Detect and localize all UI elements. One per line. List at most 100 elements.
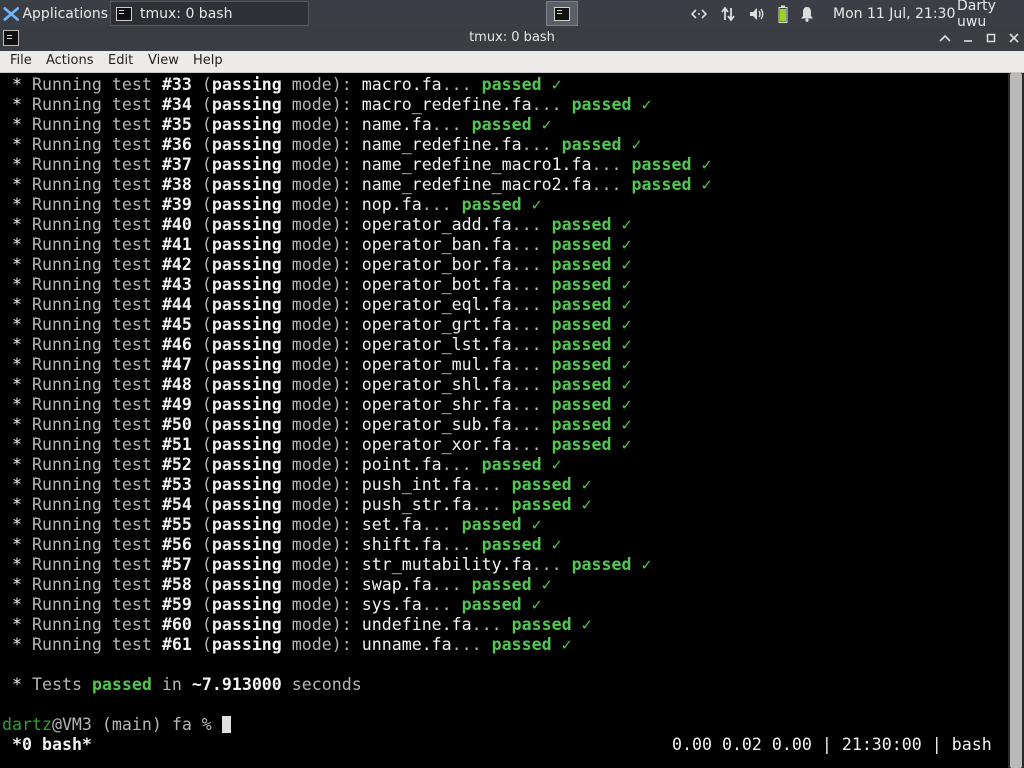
test-mode: passing xyxy=(211,315,282,334)
test-result-line: * Running test #55 (passing mode): set.f… xyxy=(12,515,542,534)
check-icon: ✓ xyxy=(641,555,652,574)
scrollbar-thumb[interactable] xyxy=(1010,73,1022,768)
test-result-line: * Running test #48 (passing mode): opera… xyxy=(12,375,632,394)
test-number: #43 xyxy=(161,275,192,294)
test-mode: passing xyxy=(211,175,282,194)
test-mode-suffix: mode): xyxy=(291,95,352,114)
test-status: passed xyxy=(491,635,552,654)
test-mode-suffix: mode): xyxy=(291,435,352,454)
applications-menu[interactable]: Applications xyxy=(0,0,108,27)
test-file: operator_bot.fa xyxy=(361,275,512,294)
test-prefix: Running test xyxy=(31,495,152,514)
test-prefix: Running test xyxy=(31,555,152,574)
menu-file[interactable]: File xyxy=(10,53,32,68)
summary-time: ~7.913000 xyxy=(191,675,282,694)
test-status: passed xyxy=(511,495,572,514)
test-mode-suffix: mode): xyxy=(291,395,352,414)
test-prefix: Running test xyxy=(31,415,152,434)
test-prefix: Running test xyxy=(31,615,152,634)
menu-view[interactable]: View xyxy=(148,53,179,68)
test-result-line: * Running test #39 (passing mode): nop.f… xyxy=(12,195,542,214)
terminal-scrollbar[interactable] xyxy=(1008,73,1024,768)
menu-help[interactable]: Help xyxy=(193,53,223,68)
test-mode-suffix: mode): xyxy=(291,315,352,334)
test-status: passed xyxy=(471,575,532,594)
test-mode: passing xyxy=(211,395,282,414)
test-mode-suffix: mode): xyxy=(291,215,352,234)
shade-button[interactable] xyxy=(937,30,953,46)
clock[interactable]: Mon 11 Jul, 21:30 xyxy=(833,0,955,27)
test-mode: passing xyxy=(211,155,282,174)
test-mode-suffix: mode): xyxy=(291,615,352,634)
check-icon: ✓ xyxy=(621,435,632,454)
test-result-line: * Running test #36 (passing mode): name_… xyxy=(12,135,642,154)
test-file: operator_shl.fa xyxy=(361,375,512,394)
shell-prompt[interactable]: dartz@VM3 (main) fa % xyxy=(2,715,231,735)
taskbar-item-tmux[interactable]: tmux: 0 bash xyxy=(110,1,309,26)
test-result-line: * Running test #45 (passing mode): opera… xyxy=(12,315,632,334)
close-button[interactable] xyxy=(1006,30,1022,46)
test-file: point.fa xyxy=(361,455,442,474)
terminal-icon xyxy=(116,6,132,21)
workspace-button[interactable] xyxy=(546,1,578,26)
maximize-button[interactable] xyxy=(983,30,999,46)
test-number: #41 xyxy=(161,235,192,254)
user-menu[interactable]: Darty uwu xyxy=(957,0,1024,30)
test-result-line: * Running test #40 (passing mode): opera… xyxy=(12,215,632,234)
test-mode-suffix: mode): xyxy=(291,335,352,354)
test-mode-suffix: mode): xyxy=(291,475,352,494)
check-icon: ✓ xyxy=(621,335,632,354)
test-prefix: Running test xyxy=(31,195,152,214)
battery-icon[interactable] xyxy=(778,5,788,23)
close-icon xyxy=(1009,33,1019,43)
check-icon: ✓ xyxy=(541,575,552,594)
test-prefix: Running test xyxy=(31,535,152,554)
check-icon: ✓ xyxy=(621,275,632,294)
menu-edit[interactable]: Edit xyxy=(108,53,133,68)
test-file: undefine.fa xyxy=(361,615,472,634)
prompt-host: @VM3 (main) fa % xyxy=(51,715,212,734)
menu-actions[interactable]: Actions xyxy=(46,53,94,68)
test-file: operator_grt.fa xyxy=(361,315,512,334)
test-prefix: Running test xyxy=(31,155,152,174)
test-number: #60 xyxy=(161,615,192,634)
test-mode: passing xyxy=(211,615,282,634)
check-icon: ✓ xyxy=(621,215,632,234)
test-mode-suffix: mode): xyxy=(291,495,352,514)
test-mode: passing xyxy=(211,295,282,314)
maximize-icon xyxy=(986,33,996,43)
volume-icon[interactable] xyxy=(748,6,766,22)
notification-bell-icon[interactable] xyxy=(800,6,814,22)
test-prefix: Running test xyxy=(31,435,152,454)
test-status: passed xyxy=(471,115,532,134)
network-icon[interactable] xyxy=(720,6,736,22)
test-mode: passing xyxy=(211,95,282,114)
test-file: name_redefine.fa xyxy=(361,135,522,154)
window-titlebar[interactable]: tmux: 0 bash xyxy=(0,27,1024,51)
test-number: #46 xyxy=(161,335,192,354)
test-mode: passing xyxy=(211,115,282,134)
test-status: passed xyxy=(461,195,522,214)
test-number: #38 xyxy=(161,175,192,194)
test-prefix: Running test xyxy=(31,375,152,394)
test-mode-suffix: mode): xyxy=(291,635,352,654)
test-mode: passing xyxy=(211,515,282,534)
test-file: sys.fa xyxy=(361,595,422,614)
test-status: passed xyxy=(551,215,612,234)
terminal-output[interactable]: * Running test #33 (passing mode): macro… xyxy=(0,73,1008,768)
test-number: #35 xyxy=(161,115,192,134)
test-status: passed xyxy=(481,535,542,554)
check-icon: ✓ xyxy=(541,115,552,134)
tmux-status-session[interactable]: *0 bash* xyxy=(12,735,92,755)
check-icon: ✓ xyxy=(581,475,592,494)
summary-in-word: in xyxy=(161,675,182,694)
test-prefix: Running test xyxy=(31,275,152,294)
code-icon[interactable] xyxy=(690,7,708,21)
test-result-line: * Running test #42 (passing mode): opera… xyxy=(12,255,632,274)
test-result-line: * Running test #46 (passing mode): opera… xyxy=(12,335,632,354)
check-icon: ✓ xyxy=(631,135,642,154)
minimize-button[interactable] xyxy=(960,30,976,46)
test-result-line: * Running test #50 (passing mode): opera… xyxy=(12,415,632,434)
check-icon: ✓ xyxy=(701,155,712,174)
summary-passed-word: passed xyxy=(91,675,152,694)
